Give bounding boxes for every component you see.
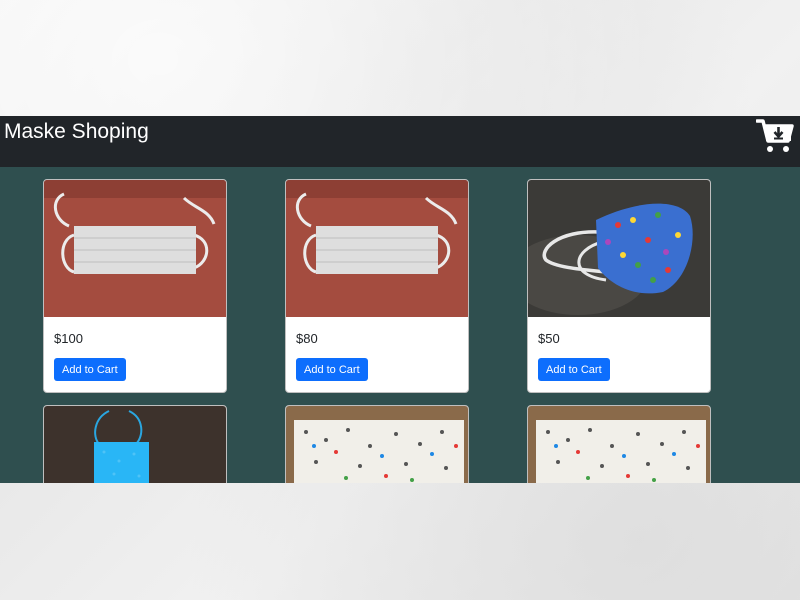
product-card: $100 Add to Cart: [43, 179, 227, 393]
add-to-cart-button[interactable]: Add to Cart: [54, 358, 126, 381]
product-price: $80: [296, 331, 318, 346]
cart-download-icon: [755, 119, 794, 152]
product-image[interactable]: [286, 180, 468, 317]
navbar: Maske Shoping: [0, 116, 800, 167]
add-to-cart-button[interactable]: Add to Cart: [538, 358, 610, 381]
product-card: $50 Add to Cart: [527, 179, 711, 393]
product-card: $80 Add to Cart: [285, 179, 469, 393]
product-card: [527, 405, 711, 483]
shop-app: Maske Shoping $100 Add to Cart $80 Add t…: [0, 116, 800, 483]
add-to-cart-button[interactable]: Add to Cart: [296, 358, 368, 381]
product-image[interactable]: [44, 406, 226, 483]
brand-title[interactable]: Maske Shoping: [4, 119, 149, 145]
cart-button[interactable]: [755, 118, 794, 154]
product-card: [43, 405, 227, 483]
product-price: $100: [54, 331, 83, 346]
product-price: $50: [538, 331, 560, 346]
product-image[interactable]: [528, 180, 710, 317]
product-image[interactable]: [44, 180, 226, 317]
product-card: [285, 405, 469, 483]
product-image[interactable]: [528, 406, 710, 483]
product-image[interactable]: [286, 406, 468, 483]
